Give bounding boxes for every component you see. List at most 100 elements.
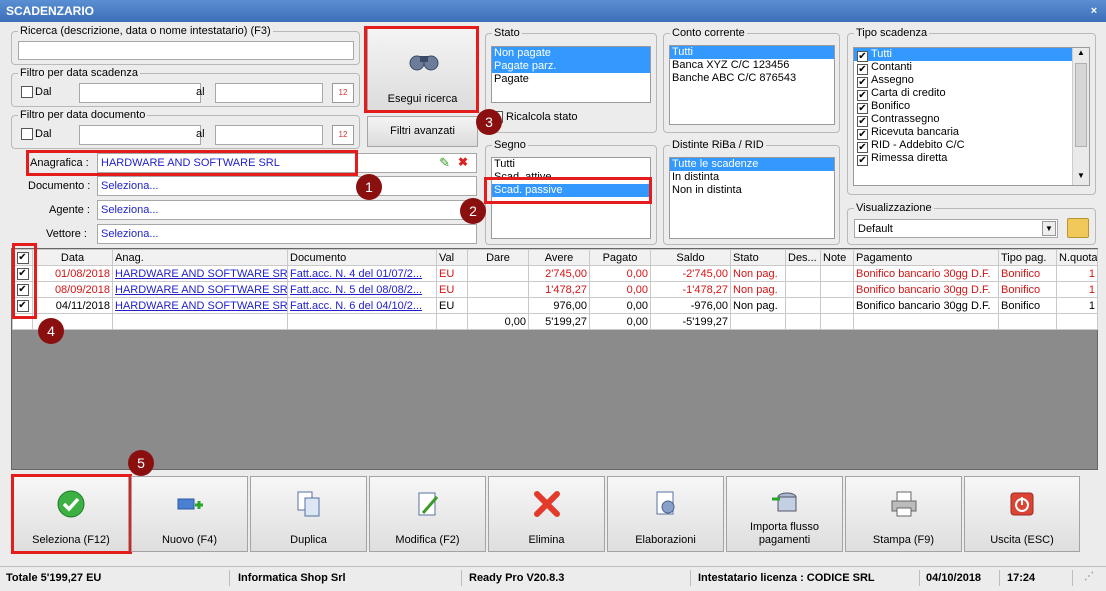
conto-item[interactable]: Banca XYZ C/C 123456 bbox=[670, 59, 834, 72]
scadenza-dal-input[interactable] bbox=[79, 83, 201, 103]
documento-dal-input[interactable] bbox=[79, 125, 201, 145]
status-bar: Totale 5'199,27 EU Informatica Shop Srl … bbox=[0, 566, 1106, 588]
tipo-item[interactable]: ✔ RID - Addebito C/C bbox=[854, 139, 1089, 153]
pencil-icon[interactable]: ✎ bbox=[439, 155, 450, 171]
cell-doc[interactable]: Fatt.acc. N. 5 del 08/08/2... bbox=[287, 281, 437, 298]
modifica-label: Modifica (F2) bbox=[395, 534, 460, 546]
tipo-item[interactable]: ✔ Assegno bbox=[854, 74, 1089, 88]
cell-avere: 1'478,27 bbox=[528, 281, 590, 298]
tipo-item[interactable]: ✔ Bonifico bbox=[854, 100, 1089, 114]
elaborazioni-button[interactable]: Elaborazioni bbox=[607, 476, 724, 552]
table-row[interactable]: ✔ 04/11/2018 HARDWARE AND SOFTWARE SRL Fatt… bbox=[12, 297, 1098, 314]
col-header[interactable]: Tipo pag. bbox=[998, 249, 1057, 266]
col-header[interactable]: Stato bbox=[730, 249, 786, 266]
conto-list[interactable]: Tutti Banca XYZ C/C 123456 Banche ABC C/… bbox=[669, 45, 835, 125]
modifica-button[interactable]: Modifica (F2) bbox=[369, 476, 486, 552]
elimina-button[interactable]: Elimina bbox=[488, 476, 605, 552]
col-header[interactable]: Saldo bbox=[650, 249, 731, 266]
tipo-list[interactable]: ✔ Tutti ✔ Contanti ✔ Assegno ✔ Carta di credito… bbox=[853, 47, 1090, 186]
cell-doc[interactable]: Fatt.acc. N. 4 del 01/07/2... bbox=[287, 265, 437, 282]
tipo-item[interactable]: ✔ Tutti bbox=[854, 48, 1089, 62]
segno-item[interactable]: Tutti bbox=[492, 158, 650, 171]
cell-pagamento: Bonifico bancario 30gg D.F. bbox=[853, 297, 999, 314]
col-header[interactable]: Anag. bbox=[112, 249, 288, 266]
documento-al-input[interactable] bbox=[215, 125, 323, 145]
uscita-button[interactable]: Uscita (ESC) bbox=[964, 476, 1080, 552]
conto-item[interactable]: Tutti bbox=[670, 46, 834, 59]
col-header[interactable]: Data bbox=[32, 249, 113, 266]
col-header[interactable]: N.quota bbox=[1056, 249, 1098, 266]
distinte-item[interactable]: Tutte le scadenze bbox=[670, 158, 834, 171]
cell-stato: Non pag. bbox=[730, 297, 786, 314]
scadenza-al-input[interactable] bbox=[215, 83, 323, 103]
cell-anag[interactable]: HARDWARE AND SOFTWARE SRL bbox=[112, 265, 288, 282]
totals-saldo: -5'199,27 bbox=[650, 313, 731, 330]
tipo-item-label: Bonifico bbox=[871, 100, 911, 112]
col-header[interactable]: Dare bbox=[467, 249, 529, 266]
importa-flusso-button[interactable]: Importa flusso pagamenti bbox=[726, 476, 843, 552]
stato-item[interactable]: Pagate bbox=[492, 73, 650, 86]
filtro-documento-checkbox[interactable] bbox=[21, 128, 33, 140]
step-badge: 2 bbox=[460, 198, 486, 224]
conto-item[interactable]: Banche ABC C/C 876543 bbox=[670, 72, 834, 85]
table-header: ✔ Data Anag. Documento Val Dare Avere Pa… bbox=[12, 249, 1098, 266]
cell-doc[interactable]: Fatt.acc. N. 6 del 04/10/2... bbox=[287, 297, 437, 314]
cell-stato: Non pag. bbox=[730, 265, 786, 282]
stato-list[interactable]: Non pagate Pagate parz. Pagate bbox=[491, 46, 651, 103]
tipo-item[interactable]: ✔ Contrassegno bbox=[854, 113, 1089, 127]
table-row[interactable]: ✔ 01/08/2018 HARDWARE AND SOFTWARE SRL Fatt… bbox=[12, 265, 1098, 282]
folder-icon[interactable] bbox=[1067, 218, 1089, 238]
col-header[interactable]: Des... bbox=[785, 249, 821, 266]
duplica-button[interactable]: Duplica bbox=[250, 476, 367, 552]
cell-note bbox=[820, 281, 854, 298]
tipo-item[interactable]: ✔ Carta di credito bbox=[854, 87, 1089, 101]
search-input[interactable] bbox=[18, 41, 354, 60]
cell-avere: 2'745,00 bbox=[528, 265, 590, 282]
tipo-item[interactable]: ✔ Contanti bbox=[854, 61, 1089, 75]
visualizzazione-label: Visualizzazione bbox=[854, 202, 934, 214]
tipo-item[interactable]: ✔ Ricevuta bancaria bbox=[854, 126, 1089, 140]
nuovo-button[interactable]: Nuovo (F4) bbox=[131, 476, 248, 552]
filtri-avanzati-button[interactable]: Filtri avanzati bbox=[367, 116, 478, 147]
tipo-item-label: Carta di credito bbox=[871, 87, 946, 99]
stato-item[interactable]: Non pagate bbox=[492, 47, 650, 60]
resize-grip-icon[interactable]: ⋰ bbox=[1084, 571, 1098, 585]
distinte-item[interactable]: In distinta bbox=[670, 171, 834, 184]
table-row[interactable]: ✔ 08/09/2018 HARDWARE AND SOFTWARE SRL Fatt… bbox=[12, 281, 1098, 298]
col-header[interactable]: Documento bbox=[287, 249, 437, 266]
tipo-checkbox[interactable]: ✔ bbox=[857, 155, 868, 166]
col-header[interactable]: Avere bbox=[528, 249, 590, 266]
stampa-button[interactable]: Stampa (F9) bbox=[845, 476, 962, 552]
distinte-item[interactable]: Non in distinta bbox=[670, 184, 834, 197]
tipo-item[interactable]: ✔ Rimessa diretta bbox=[854, 152, 1089, 166]
col-header[interactable]: Pagamento bbox=[853, 249, 999, 266]
agente-field[interactable]: Seleziona... bbox=[97, 200, 477, 220]
scroll-thumb[interactable] bbox=[1075, 63, 1087, 147]
tipo-item-label: Assegno bbox=[871, 74, 914, 86]
calendar-icon[interactable]: 12 bbox=[332, 83, 354, 103]
ricerca-group: Ricerca (descrizione, data o nome intest… bbox=[11, 25, 360, 65]
highlight-box-esegui bbox=[364, 26, 479, 113]
totals-doc bbox=[287, 313, 437, 330]
cell-anag[interactable]: HARDWARE AND SOFTWARE SRL bbox=[112, 281, 288, 298]
close-icon[interactable]: × bbox=[1086, 3, 1102, 19]
vettore-field[interactable]: Seleziona... bbox=[97, 224, 477, 244]
stato-label: Stato bbox=[492, 27, 522, 39]
status-totale: Totale 5'199,27 EU bbox=[2, 570, 230, 586]
documento-field[interactable]: Seleziona... bbox=[97, 176, 477, 196]
scroll-down-icon[interactable]: ▼ bbox=[1073, 171, 1089, 185]
col-header[interactable]: Pagato bbox=[589, 249, 651, 266]
chevron-down-icon[interactable]: ▼ bbox=[1042, 221, 1056, 236]
col-header[interactable]: Val bbox=[436, 249, 468, 266]
col-header[interactable]: Note bbox=[820, 249, 854, 266]
calendar-icon[interactable]: 12 bbox=[332, 125, 354, 145]
totals-dare: 0,00 bbox=[467, 313, 529, 330]
filtro-scadenza-checkbox[interactable] bbox=[21, 86, 33, 98]
cell-anag[interactable]: HARDWARE AND SOFTWARE SRL bbox=[112, 297, 288, 314]
clear-icon[interactable]: ✖ bbox=[458, 155, 468, 169]
scrollbar[interactable]: ▲ ▼ bbox=[1072, 48, 1089, 185]
scroll-up-icon[interactable]: ▲ bbox=[1073, 48, 1089, 62]
distinte-list[interactable]: Tutte le scadenze In distinta Non in dis… bbox=[669, 157, 835, 239]
stato-item[interactable]: Pagate parz. bbox=[492, 60, 650, 73]
visualizzazione-select[interactable]: Default ▼ bbox=[854, 219, 1058, 238]
